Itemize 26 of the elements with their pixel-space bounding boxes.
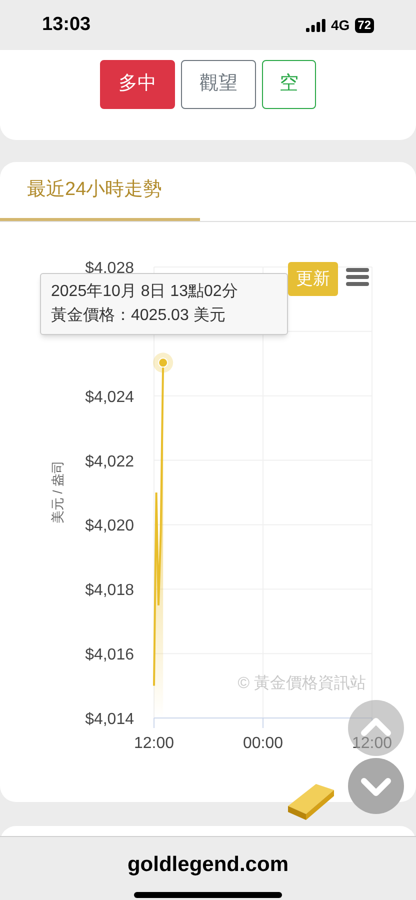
scroll-down-button[interactable]	[348, 758, 404, 814]
y-tick-label: $4,018	[85, 582, 134, 600]
y-tick-label: $4,022	[85, 453, 134, 470]
x-tick-label: 12:00	[134, 735, 174, 752]
battery-indicator: 72	[354, 18, 374, 32]
menu-icon[interactable]	[346, 268, 369, 286]
signal-icon	[306, 18, 326, 32]
y-axis-title: 美元 / 盎司	[50, 460, 65, 524]
tab[interactable]: 最近24小時走勢	[0, 162, 200, 221]
x-tick-label: 12:00	[352, 735, 392, 752]
y-tick-label: $4,016	[85, 646, 134, 664]
y-tick-label: $4,014	[85, 711, 134, 728]
site-url: goldlegend.com	[127, 852, 288, 878]
scroll-up-button[interactable]	[348, 700, 404, 756]
hover-marker	[153, 352, 174, 373]
home-indicator[interactable]	[134, 892, 282, 898]
signal-button[interactable]: 觀望	[181, 60, 256, 109]
refresh-button[interactable]: 更新	[288, 262, 338, 296]
signal-button[interactable]: 多中	[100, 60, 175, 109]
x-tick-label: 00:00	[242, 735, 284, 752]
signal-button[interactable]: 空	[262, 60, 316, 109]
y-tick-label: $4,020	[85, 518, 134, 535]
y-tick-label: $4,024	[85, 388, 134, 406]
clock-time: 13:03	[42, 12, 91, 37]
network-label: 4G	[330, 16, 350, 34]
chart-tooltip: 2025年10月 8日 13點02分 黃金價格：4025.03 美元	[40, 273, 288, 335]
